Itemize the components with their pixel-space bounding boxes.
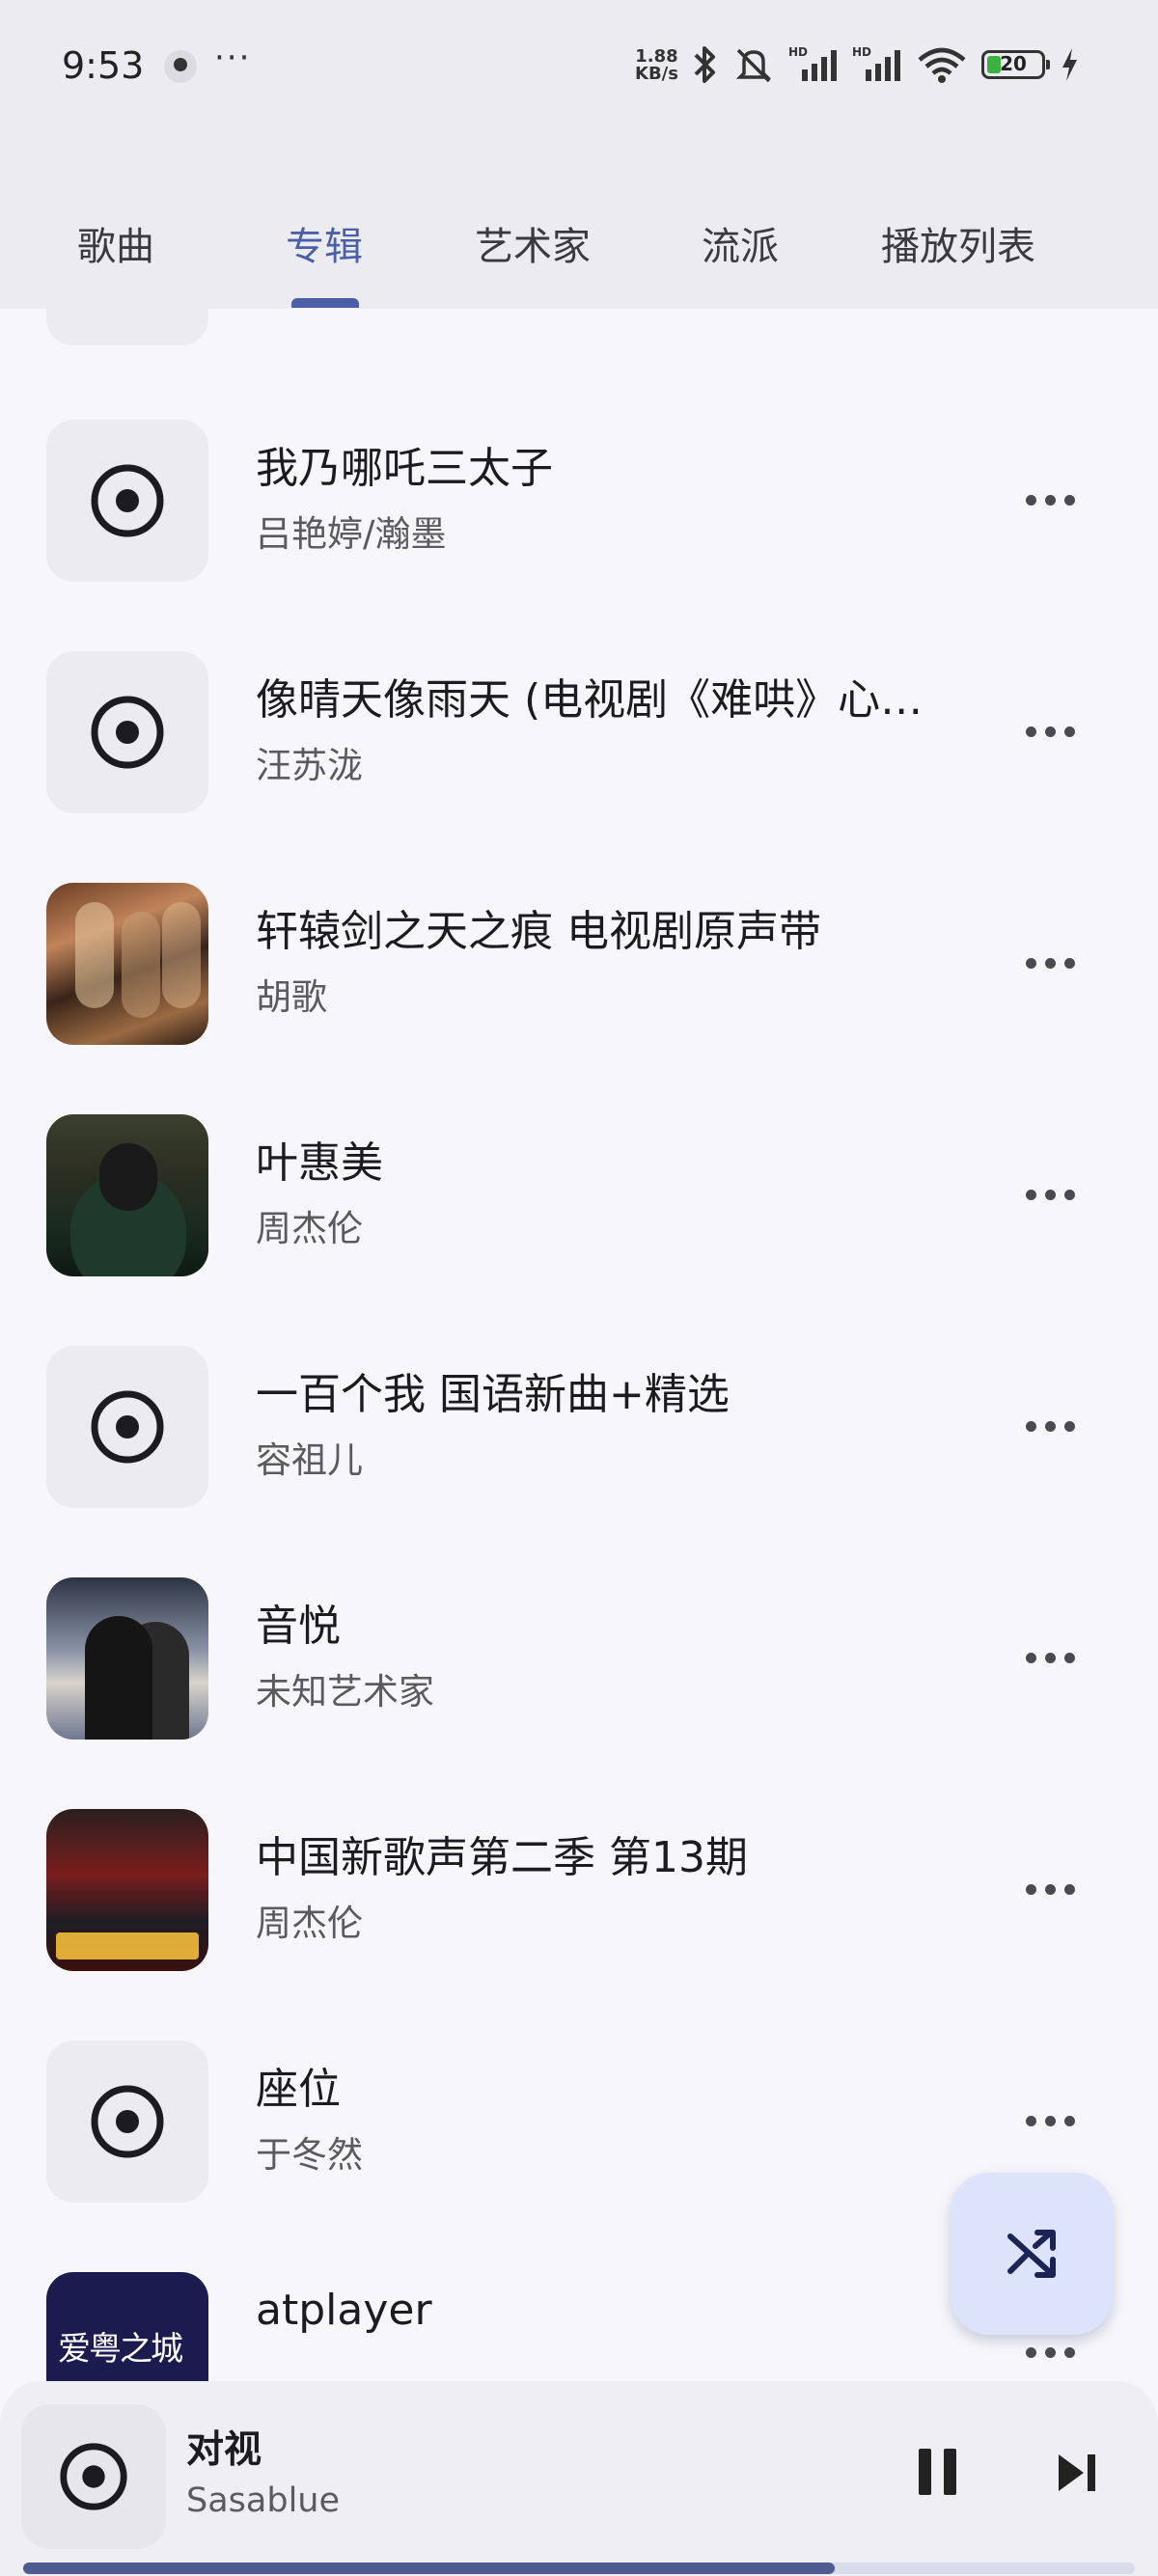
mute-icon: [735, 48, 772, 83]
album-artist: 汪苏泷: [256, 745, 363, 786]
network-speed: 1.88 KB/s: [635, 48, 678, 83]
album-title: 叶惠美: [256, 1138, 383, 1188]
charging-icon: [1062, 48, 1077, 81]
shuffle-icon: [1007, 2230, 1056, 2278]
skip-next-button[interactable]: [1055, 2451, 1099, 2495]
tab-songs[interactable]: 歌曲: [77, 215, 154, 271]
album-thumb: [46, 1346, 208, 1508]
album-row[interactable]: 一百个我 国语新曲+精选 容祖儿: [0, 1346, 1158, 1577]
shuffle-button[interactable]: [951, 2173, 1113, 2335]
more-options-icon[interactable]: [1026, 1875, 1082, 1904]
album-row[interactable]: 像晴天像雨天 (电视剧《难哄》心… 汪苏泷: [0, 651, 1158, 883]
album-title: 轩辕剑之天之痕 电视剧原声带: [256, 907, 821, 956]
wifi-icon: [918, 47, 966, 83]
album-row[interactable]: 音悦 未知艺术家: [0, 1577, 1158, 1809]
album-row[interactable]: 中国新歌声第二季 第13期 周杰伦: [0, 1809, 1158, 2041]
status-icons: HD HD 20: [690, 41, 1080, 89]
now-playing-bar[interactable]: 对视 Sasablue: [0, 2381, 1158, 2576]
album-cover-text: 爱粤之城: [58, 2330, 183, 2369]
album-title: 音悦: [256, 1602, 341, 1651]
tab-genres[interactable]: 流派: [702, 215, 779, 271]
signal-hd-icon: HD: [852, 45, 900, 81]
now-playing-thumb: [21, 2404, 166, 2549]
album-row[interactable]: 叶惠美 周杰伦: [0, 1114, 1158, 1346]
signal-hd-icon: HD: [788, 45, 837, 81]
network-speed-unit: KB/s: [635, 64, 678, 84]
battery-level: 20: [1000, 52, 1027, 75]
album-thumb: [46, 420, 208, 582]
more-options-icon[interactable]: [1026, 948, 1082, 977]
album-cover-image: [46, 1809, 208, 1971]
album-artist: 于冬然: [256, 2134, 363, 2176]
playback-progress[interactable]: [23, 2562, 1135, 2574]
tab-playlists[interactable]: 播放列表: [881, 215, 1035, 271]
album-row[interactable]: 轩辕剑之天之痕 电视剧原声带 胡歌: [0, 883, 1158, 1114]
album-artist: 容祖儿: [256, 1439, 363, 1481]
album-title: 像晴天像雨天 (电视剧《难哄》心…: [256, 675, 924, 725]
tab-albums[interactable]: 专辑: [286, 215, 363, 271]
album-cover-image: [46, 1114, 208, 1276]
tab-indicator: [291, 298, 359, 308]
now-playing-title: 对视: [186, 2428, 262, 2472]
status-bar: 9:53 ··· 1.88 KB/s HD HD 20: [0, 0, 1158, 140]
more-options-icon[interactable]: [1026, 2106, 1082, 2135]
album-title: 中国新歌声第二季 第13期: [256, 1833, 748, 1882]
album-row[interactable]: 我乃哪吒三太子 吕艳婷/瀚墨: [0, 420, 1158, 651]
album-thumb: [46, 2041, 208, 2203]
album-cover-image: [46, 883, 208, 1045]
more-options-icon[interactable]: [1026, 1180, 1082, 1209]
album-title: atplayer: [256, 2286, 432, 2335]
music-library-screen: 我乃哪吒三太子 吕艳婷/瀚墨 像晴天像雨天 (电视剧《难哄》心… 汪苏泷 轩辕剑…: [0, 0, 1158, 2576]
album-artist: 周杰伦: [256, 1208, 363, 1249]
disc-icon: [91, 2085, 164, 2158]
album-artist: 胡歌: [256, 976, 327, 1018]
disc-icon: [60, 2443, 127, 2510]
bluetooth-icon: [694, 46, 715, 83]
tab-artists[interactable]: 艺术家: [475, 215, 591, 271]
more-notifications-icon: ···: [214, 39, 252, 77]
svg-text:HD: HD: [852, 45, 871, 59]
disc-icon: [91, 464, 164, 537]
now-playing-artist: Sasablue: [186, 2481, 341, 2520]
album-artist: 周杰伦: [256, 1903, 363, 1944]
disc-icon: [91, 1390, 164, 1464]
more-options-icon[interactable]: [1026, 2338, 1082, 2367]
more-options-icon[interactable]: [1026, 717, 1082, 746]
playback-progress-fill: [23, 2562, 835, 2574]
album-thumb: [46, 651, 208, 813]
album-cover-image: [46, 1577, 208, 1740]
more-options-icon[interactable]: [1026, 485, 1082, 514]
battery-icon: 20: [981, 50, 1050, 79]
disc-icon: [91, 696, 164, 769]
album-title: 一百个我 国语新曲+精选: [256, 1370, 730, 1419]
more-options-icon[interactable]: [1026, 1411, 1082, 1440]
album-artist: 未知艺术家: [256, 1671, 434, 1713]
svg-text:HD: HD: [788, 45, 808, 59]
status-time: 9:53: [62, 44, 145, 87]
tab-bar: 歌曲 专辑 艺术家 流派 播放列表: [0, 140, 1158, 309]
notification-icon: [164, 50, 197, 83]
album-artist: 吕艳婷/瀚墨: [256, 513, 447, 555]
album-title: 座位: [256, 2065, 341, 2114]
pause-button[interactable]: [917, 2449, 959, 2495]
album-title: 我乃哪吒三太子: [256, 444, 553, 493]
more-options-icon[interactable]: [1026, 1643, 1082, 1672]
